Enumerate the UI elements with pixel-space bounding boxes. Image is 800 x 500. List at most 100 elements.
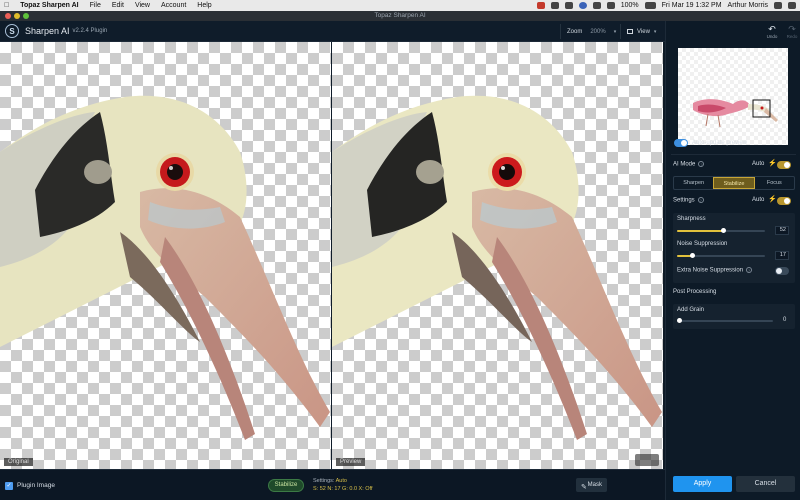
settings-label: Settings? xyxy=(673,197,704,204)
zoom-label: Zoom xyxy=(567,28,583,35)
noise-suppression-value[interactable]: 17 xyxy=(775,251,789,260)
menu-file[interactable]: File xyxy=(90,2,101,9)
bird-image-preview xyxy=(332,95,662,440)
preview-label: Preview xyxy=(336,458,366,466)
sharpness-slider[interactable] xyxy=(677,228,765,233)
zoom-value[interactable]: 200% xyxy=(590,29,605,35)
bottom-toolbar: ✓ Plugin Image Stabilize Settings: Auto … xyxy=(0,469,665,500)
window-title-bar: Topaz Sharpen AI xyxy=(0,11,800,21)
menu-list-icon[interactable] xyxy=(788,2,796,9)
original-label: Original xyxy=(4,458,33,466)
undo-label: Undo xyxy=(766,34,778,39)
battery-percent[interactable]: 100% xyxy=(621,2,639,9)
sharpness-slider-handle[interactable] xyxy=(721,228,726,233)
help-icon[interactable]: ? xyxy=(698,161,705,167)
settings-auto-toggle[interactable] xyxy=(777,197,791,205)
noise-suppression-label: Noise Suppression xyxy=(677,241,728,247)
auto-update-label: Auto-update preview xyxy=(692,140,748,146)
processed-preview-pane[interactable]: Preview xyxy=(332,42,663,469)
plugin-image-checkbox[interactable]: ✓ xyxy=(5,482,13,490)
ai-mode-selector: Sharpen Stabilize Focus xyxy=(673,176,795,190)
sharpness-value[interactable]: 52 xyxy=(775,226,789,235)
add-grain-slider-handle[interactable] xyxy=(677,318,682,323)
navigator-thumbnail[interactable] xyxy=(678,48,788,145)
post-processing-label: Post Processing xyxy=(673,289,717,295)
extra-noise-label: Extra Noise Suppression? xyxy=(677,267,753,274)
mask-button[interactable]: ✎ Mask xyxy=(576,478,607,492)
add-grain-slider[interactable] xyxy=(677,318,773,323)
view-label[interactable]: View xyxy=(637,29,650,35)
auto-update-toggle[interactable] xyxy=(674,139,688,147)
mac-menu-bar:  Topaz Sharpen AI File Edit View Accoun… xyxy=(0,0,800,11)
app-version: v2.2.4 Plugin xyxy=(72,28,108,34)
post-processing-card: Add Grain 0 xyxy=(673,304,795,329)
settings-mode: Auto xyxy=(335,478,347,484)
settings-values: S: 52 N: 17 G: 0.0 X: Off xyxy=(313,486,373,492)
help-icon[interactable]: ? xyxy=(746,267,753,273)
sharpen-logo-icon: S xyxy=(5,24,19,38)
lightning-icon: ⚡ xyxy=(768,196,777,203)
status-tray-icon[interactable] xyxy=(550,2,559,9)
settings-card: Sharpness 52 Noise Suppression 17 Extra … xyxy=(673,213,795,283)
status-tray-icon[interactable] xyxy=(536,2,545,9)
status-tray-icon[interactable] xyxy=(578,2,587,9)
settings-sidebar: ↶ Undo ↷ Redo Auto-update preview AI Mod… xyxy=(665,21,800,500)
noise-suppression-slider[interactable] xyxy=(677,253,765,258)
settings-prefix: Settings: xyxy=(313,478,335,484)
help-icon[interactable]: ? xyxy=(697,197,704,203)
wifi-icon[interactable] xyxy=(606,2,615,9)
chevron-down-icon[interactable]: ▾ xyxy=(654,29,657,35)
redo-icon: ↷ xyxy=(788,24,796,34)
window-title: Topaz Sharpen AI xyxy=(374,12,426,19)
undo-button[interactable]: ↶ Undo xyxy=(762,24,782,39)
search-icon[interactable] xyxy=(774,2,782,9)
apply-button[interactable]: Apply xyxy=(673,476,732,492)
ai-mode-label: AI Mode? xyxy=(673,161,705,168)
close-window-button[interactable] xyxy=(5,13,11,19)
mode-stabilize-button[interactable]: Stabilize xyxy=(713,177,755,189)
menu-user[interactable]: Arthur Morris xyxy=(728,2,768,9)
mode-sharpen-button[interactable]: Sharpen xyxy=(674,177,713,189)
compare-toggle-button[interactable] xyxy=(635,454,659,466)
undo-icon: ↶ xyxy=(768,24,776,34)
zoom-window-button[interactable] xyxy=(23,13,29,19)
settings-auto-label: Auto xyxy=(752,197,765,203)
bird-image-original xyxy=(0,95,330,440)
plugin-image-label[interactable]: Plugin Image xyxy=(17,482,55,489)
menu-account[interactable]: Account xyxy=(161,2,186,9)
add-grain-label: Add Grain xyxy=(677,307,705,313)
sharpness-slider-fill xyxy=(677,230,723,232)
zoom-control[interactable]: Zoom 200% ▾ xyxy=(560,24,617,39)
redo-label: Redo xyxy=(786,34,798,39)
mode-focus-button[interactable]: Focus xyxy=(755,177,794,189)
split-view-icon[interactable] xyxy=(627,29,633,34)
settings-summary: Settings: Auto S: 52 N: 17 G: 0.0 X: Off xyxy=(313,477,373,493)
menu-app-name[interactable]: Topaz Sharpen AI xyxy=(20,2,78,9)
menu-edit[interactable]: Edit xyxy=(112,2,124,9)
extra-noise-toggle[interactable] xyxy=(775,267,789,275)
menu-clock[interactable]: Fri Mar 19 1:32 PM xyxy=(662,2,722,9)
redo-button[interactable]: ↷ Redo xyxy=(782,24,800,39)
minimize-window-button[interactable] xyxy=(14,13,20,19)
battery-icon[interactable] xyxy=(644,2,656,9)
app-name: Sharpen AI xyxy=(25,26,70,36)
sharpness-label: Sharpness xyxy=(677,216,706,222)
original-preview-pane[interactable]: Original xyxy=(0,42,331,469)
apple-icon[interactable]:  xyxy=(4,2,9,9)
mask-label: Mask xyxy=(587,482,602,488)
current-mode-pill: Stabilize xyxy=(268,479,304,492)
add-grain-value: 0 xyxy=(783,317,787,323)
ai-mode-auto-toggle[interactable] xyxy=(777,161,791,169)
menu-help[interactable]: Help xyxy=(197,2,211,9)
view-control[interactable]: View ▾ xyxy=(620,24,665,39)
cancel-button[interactable]: Cancel xyxy=(736,476,795,492)
status-tray-icon[interactable] xyxy=(592,2,601,9)
navigator-bird-image xyxy=(693,99,778,128)
divider xyxy=(671,154,796,155)
chevron-down-icon[interactable]: ▾ xyxy=(614,29,617,35)
noise-suppression-slider-handle[interactable] xyxy=(690,253,695,258)
ai-mode-auto-label: Auto xyxy=(752,161,765,167)
lightning-icon: ⚡ xyxy=(768,160,777,167)
menu-view[interactable]: View xyxy=(135,2,150,9)
status-tray-icon[interactable] xyxy=(564,2,573,9)
